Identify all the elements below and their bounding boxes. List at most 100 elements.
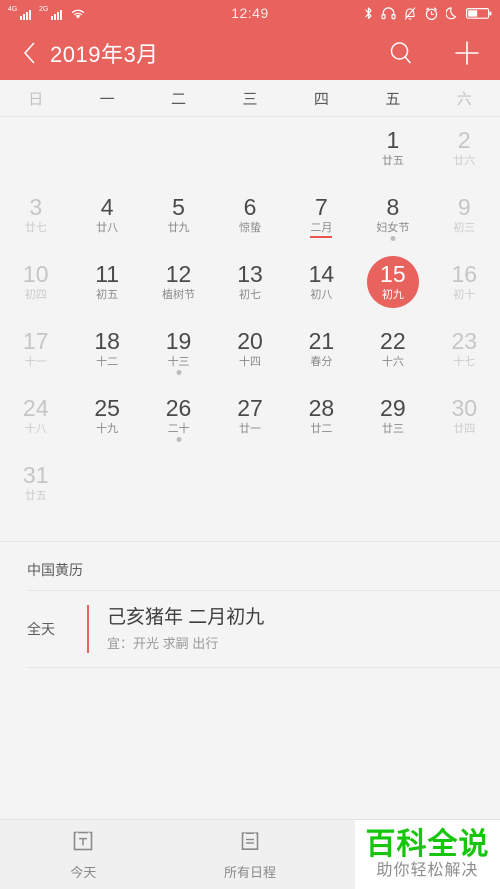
day-lunar-label: 廿三 [381,423,404,435]
wifi-icon [70,7,86,20]
almanac-event-row[interactable]: 全天 己亥猪年 二月初九 宜：开光 求嗣 出行 [0,591,500,667]
calendar-day-cell[interactable]: 24 十八 [0,387,71,454]
calendar-day-cell-empty [429,454,500,521]
day-number: 18 [94,328,120,354]
calendar-day-cell[interactable]: 14 初八 [286,253,357,320]
plus-icon[interactable] [452,38,482,68]
calendar-day-cell-empty [0,119,71,186]
day-lunar-label: 廿六 [453,155,476,167]
event-dot [176,370,182,375]
calendar-day-cell[interactable]: 21 春分 [286,320,357,387]
watermark-brand: 百科全说 [365,827,490,861]
day-lunar-label: 初七 [238,289,261,301]
calendar-day-cell[interactable]: 28 廿二 [286,387,357,454]
calendar-day-cell[interactable]: 31 廿五 [0,454,71,521]
bottom-tab-today[interactable]: 今天 [0,829,167,881]
day-lunar-label: 廿五 [24,490,47,502]
calendar-day-cell[interactable]: 25 十九 [71,387,142,454]
calendar-week-row: 17 十一 18 十二 19 十三 20 十四 21 春分 22 十六 23 十七 [0,320,500,387]
calendar-day-cell-empty [143,119,214,186]
day-number: 4 [100,194,114,220]
day-lunar-label: 初十 [453,289,476,301]
calendar-day-cell-empty [286,119,357,186]
calendar-day-cell[interactable]: 8 妇女节 [357,186,428,253]
bottom-navigation-bar: 今天 所有日程 百科全说 助你轻松解决 [0,819,500,889]
calendar-day-cell[interactable]: 2 廿六 [429,119,500,186]
calendar-day-cell[interactable]: 16 初十 [429,253,500,320]
app-header: 2019年3月 [0,26,500,80]
calendar-day-cell[interactable]: 29 廿三 [357,387,428,454]
day-lunar-label: 十四 [238,356,261,368]
chevron-left-icon[interactable] [18,40,40,66]
day-lunar-label: 廿八 [96,222,119,234]
calendar-day-cell[interactable]: 19 十三 [143,320,214,387]
day-number: 8 [386,194,400,220]
status-bar-left-icons: 4G 2G [8,5,86,20]
day-number: 10 [22,261,49,287]
calendar-day-cell[interactable]: 12 植树节 [143,253,214,320]
calendar-day-cell[interactable]: 5 廿九 [143,186,214,253]
day-number: 14 [308,261,335,287]
calendar-day-cell[interactable]: 18 十二 [71,320,142,387]
calendar-day-cell[interactable]: 6 惊蛰 [214,186,285,253]
weekday-label-4: 四 [313,90,329,108]
alarm-clock-icon [424,6,439,21]
day-lunar-label: 廿五 [381,155,404,167]
calendar-app-screen: 4G 2G 12:49 2019年3月 日 一 二 三 四 五 六 1 廿五 2… [0,0,500,889]
calendar-day-cell[interactable]: 26 二十 [143,387,214,454]
day-number: 30 [451,395,478,421]
calendar-day-cell[interactable]: 7 二月 [286,186,357,253]
calendar-day-cell-empty [214,454,285,521]
calendar-day-cell[interactable]: 30 廿四 [429,387,500,454]
day-lunar-label: 廿七 [24,222,47,234]
calendar-day-cell[interactable]: 23 十七 [429,320,500,387]
calendar-day-cell[interactable]: 4 廿八 [71,186,142,253]
day-number: 17 [22,328,49,354]
calendar-week-row: 1 廿五 2 廿六 [0,119,500,186]
day-lunar-label: 十三 [167,356,190,368]
search-icon[interactable] [386,38,416,68]
calendar-day-cell[interactable]: 20 十四 [214,320,285,387]
calendar-day-cell[interactable]: 11 初五 [71,253,142,320]
calendar-week-row: 24 十八 25 十九 26 二十 27 廿一 28 廿二 29 廿三 30 廿四 [0,387,500,454]
calendar-day-cell-empty [143,454,214,521]
calendar-day-cell[interactable]: 10 初四 [0,253,71,320]
calendar-day-cell[interactable]: 17 十一 [0,320,71,387]
almanac-section-title: 中国黄历 [0,542,500,590]
weekday-label-0: 日 [28,90,44,108]
calendar-day-cell[interactable]: 22 十六 [357,320,428,387]
calendar-day-cell[interactable]: 1 廿五 [357,119,428,186]
day-number: 25 [94,395,120,421]
bottom-tab-all-events[interactable]: 所有日程 [167,829,334,881]
calendar-day-cell[interactable]: 15 初九 [357,253,428,320]
day-lunar-label: 二月 [310,222,333,234]
page-title[interactable]: 2019年3月 [50,37,159,69]
day-lunar-label: 十八 [24,423,47,435]
day-lunar-label: 十二 [96,356,119,368]
day-lunar-label: 初八 [310,289,333,301]
day-number: 29 [380,395,406,421]
event-color-bar [87,605,89,653]
day-number: 11 [95,261,120,287]
watermark-tagline: 助你轻松解决 [376,861,479,879]
day-lunar-label: 植树节 [162,289,196,301]
day-lunar-label: 初三 [453,222,476,234]
day-lunar-label: 惊蛰 [238,222,261,234]
day-number: 2 [457,127,471,153]
section-separator [0,521,500,542]
calendar-day-cell[interactable]: 9 初三 [429,186,500,253]
calendar-day-cell[interactable]: 3 廿七 [0,186,71,253]
weekday-label-1: 一 [99,90,115,108]
calendar-day-cell[interactable]: 13 初七 [214,253,285,320]
day-number: 3 [29,194,43,220]
day-lunar-label: 廿四 [453,423,476,435]
day-number: 7 [315,194,328,220]
calendar-day-cell[interactable]: 27 廿一 [214,387,285,454]
calendar-week-row: 10 初四 11 初五 12 植树节 13 初七 14 初八 15 初九 16 初十 [0,253,500,320]
day-lunar-label: 廿九 [167,222,190,234]
signal-4g-label: 4G [8,5,18,13]
status-bar: 4G 2G 12:49 [0,0,500,26]
day-lunar-label: 廿二 [310,423,333,435]
day-number: 5 [172,194,185,220]
bell-mute-icon [403,6,417,21]
